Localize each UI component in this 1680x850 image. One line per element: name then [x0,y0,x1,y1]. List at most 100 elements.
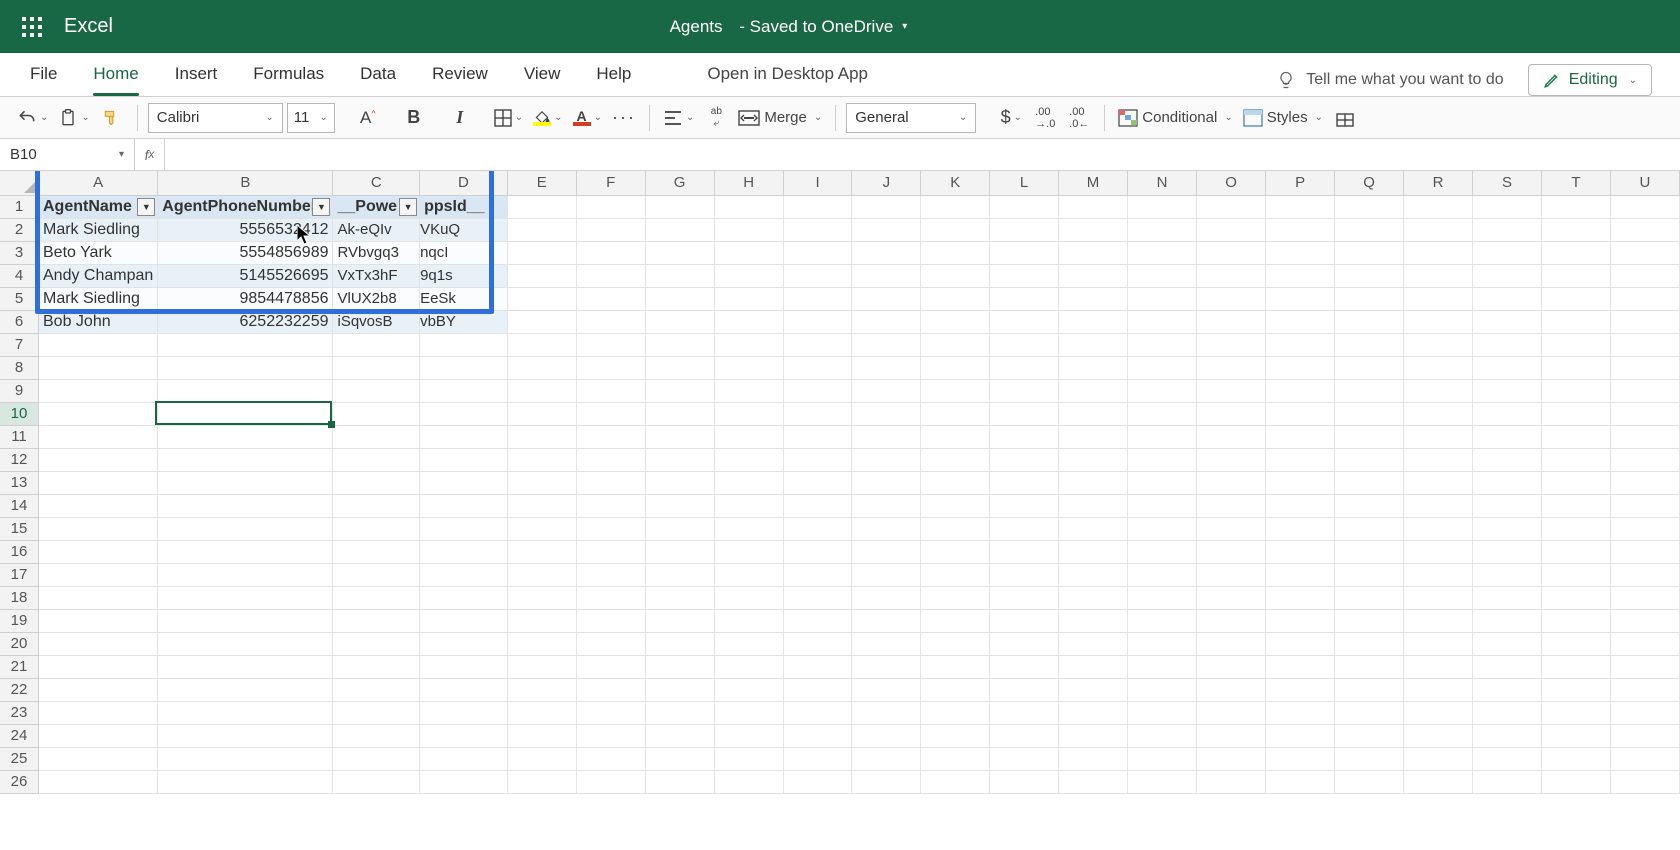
cell-A5[interactable]: Mark Siedling [39,287,158,310]
cell-M23[interactable] [1059,701,1128,724]
cell-L3[interactable] [990,241,1059,264]
decrease-decimal-button[interactable]: .00→.0 [1030,103,1060,133]
cell-D5[interactable]: EeSk [420,287,508,310]
cell-L4[interactable] [990,264,1059,287]
cell-H5[interactable] [714,287,783,310]
cell-D8[interactable] [420,356,508,379]
cell-U14[interactable] [1610,494,1679,517]
cell-S15[interactable] [1473,517,1542,540]
cell-H18[interactable] [714,586,783,609]
editing-mode-button[interactable]: Editing ⌄ [1528,64,1652,96]
cell-J24[interactable] [852,724,921,747]
cell-M19[interactable] [1059,609,1128,632]
cell-K11[interactable] [921,425,990,448]
row-header-9[interactable]: 9 [0,379,39,402]
cell-T23[interactable] [1542,701,1611,724]
cell-H6[interactable] [714,310,783,333]
cell-M13[interactable] [1059,471,1128,494]
cell-S18[interactable] [1473,586,1542,609]
cell-H15[interactable] [714,517,783,540]
cell-K22[interactable] [921,678,990,701]
cell-S19[interactable] [1473,609,1542,632]
cell-E25[interactable] [507,747,576,770]
cell-I9[interactable] [783,379,852,402]
row-header-25[interactable]: 25 [0,747,39,770]
cell-U22[interactable] [1610,678,1679,701]
cell-D2[interactable]: VKuQ [420,218,508,241]
cell-R5[interactable] [1404,287,1473,310]
cell-I15[interactable] [783,517,852,540]
cell-A13[interactable] [39,471,158,494]
cell-U10[interactable] [1610,402,1679,425]
cell-T5[interactable] [1542,287,1611,310]
cell-M3[interactable] [1059,241,1128,264]
cell-E26[interactable] [507,770,576,793]
cell-D16[interactable] [420,540,508,563]
cell-B3[interactable]: 5554856989 [158,241,333,264]
cell-G2[interactable] [645,218,714,241]
cell-I22[interactable] [783,678,852,701]
cell-R23[interactable] [1404,701,1473,724]
font-size-select[interactable]: 11⌄ [287,103,335,133]
cell-P8[interactable] [1266,356,1335,379]
cell-G12[interactable] [645,448,714,471]
cell-U2[interactable] [1610,218,1679,241]
cell-J17[interactable] [852,563,921,586]
cell-B23[interactable] [158,701,333,724]
cell-J12[interactable] [852,448,921,471]
cell-I20[interactable] [783,632,852,655]
cell-U7[interactable] [1610,333,1679,356]
cell-J19[interactable] [852,609,921,632]
cell-U5[interactable] [1610,287,1679,310]
cell-L1[interactable] [990,195,1059,218]
cell-D1[interactable]: ppsId__ [420,195,508,218]
cell-U12[interactable] [1610,448,1679,471]
cell-A19[interactable] [39,609,158,632]
cell-T7[interactable] [1542,333,1611,356]
cell-Q15[interactable] [1335,517,1404,540]
cell-P24[interactable] [1266,724,1335,747]
cell-S17[interactable] [1473,563,1542,586]
cell-G25[interactable] [645,747,714,770]
cell-E21[interactable] [507,655,576,678]
cell-D24[interactable] [420,724,508,747]
cell-G7[interactable] [645,333,714,356]
cell-T15[interactable] [1542,517,1611,540]
cell-D23[interactable] [420,701,508,724]
cell-C21[interactable] [333,655,420,678]
cell-T10[interactable] [1542,402,1611,425]
cell-C6[interactable]: iSqvosB [333,310,420,333]
cell-G17[interactable] [645,563,714,586]
cell-F19[interactable] [576,609,645,632]
column-header-N[interactable]: N [1128,171,1197,195]
cell-A20[interactable] [39,632,158,655]
row-header-20[interactable]: 20 [0,632,39,655]
row-header-14[interactable]: 14 [0,494,39,517]
cell-T14[interactable] [1542,494,1611,517]
cell-K8[interactable] [921,356,990,379]
italic-button[interactable]: I [445,103,475,133]
cell-J5[interactable] [852,287,921,310]
cell-U16[interactable] [1610,540,1679,563]
cell-L14[interactable] [990,494,1059,517]
cell-Q16[interactable] [1335,540,1404,563]
row-header-24[interactable]: 24 [0,724,39,747]
cell-J1[interactable] [852,195,921,218]
styles-button[interactable]: Styles⌄ [1240,103,1326,133]
cell-F9[interactable] [576,379,645,402]
cell-A21[interactable] [39,655,158,678]
cell-N24[interactable] [1128,724,1197,747]
cell-G1[interactable] [645,195,714,218]
cell-Q20[interactable] [1335,632,1404,655]
cell-N4[interactable] [1128,264,1197,287]
cell-C26[interactable] [333,770,420,793]
cell-L19[interactable] [990,609,1059,632]
cell-B15[interactable] [158,517,333,540]
cell-N7[interactable] [1128,333,1197,356]
open-desktop-app[interactable]: Open in Desktop App [689,54,886,96]
cell-I25[interactable] [783,747,852,770]
cell-K18[interactable] [921,586,990,609]
fill-color-button[interactable]: ⌄ [530,103,565,133]
cell-K17[interactable] [921,563,990,586]
font-color-button[interactable]: A⌄ [570,103,605,133]
